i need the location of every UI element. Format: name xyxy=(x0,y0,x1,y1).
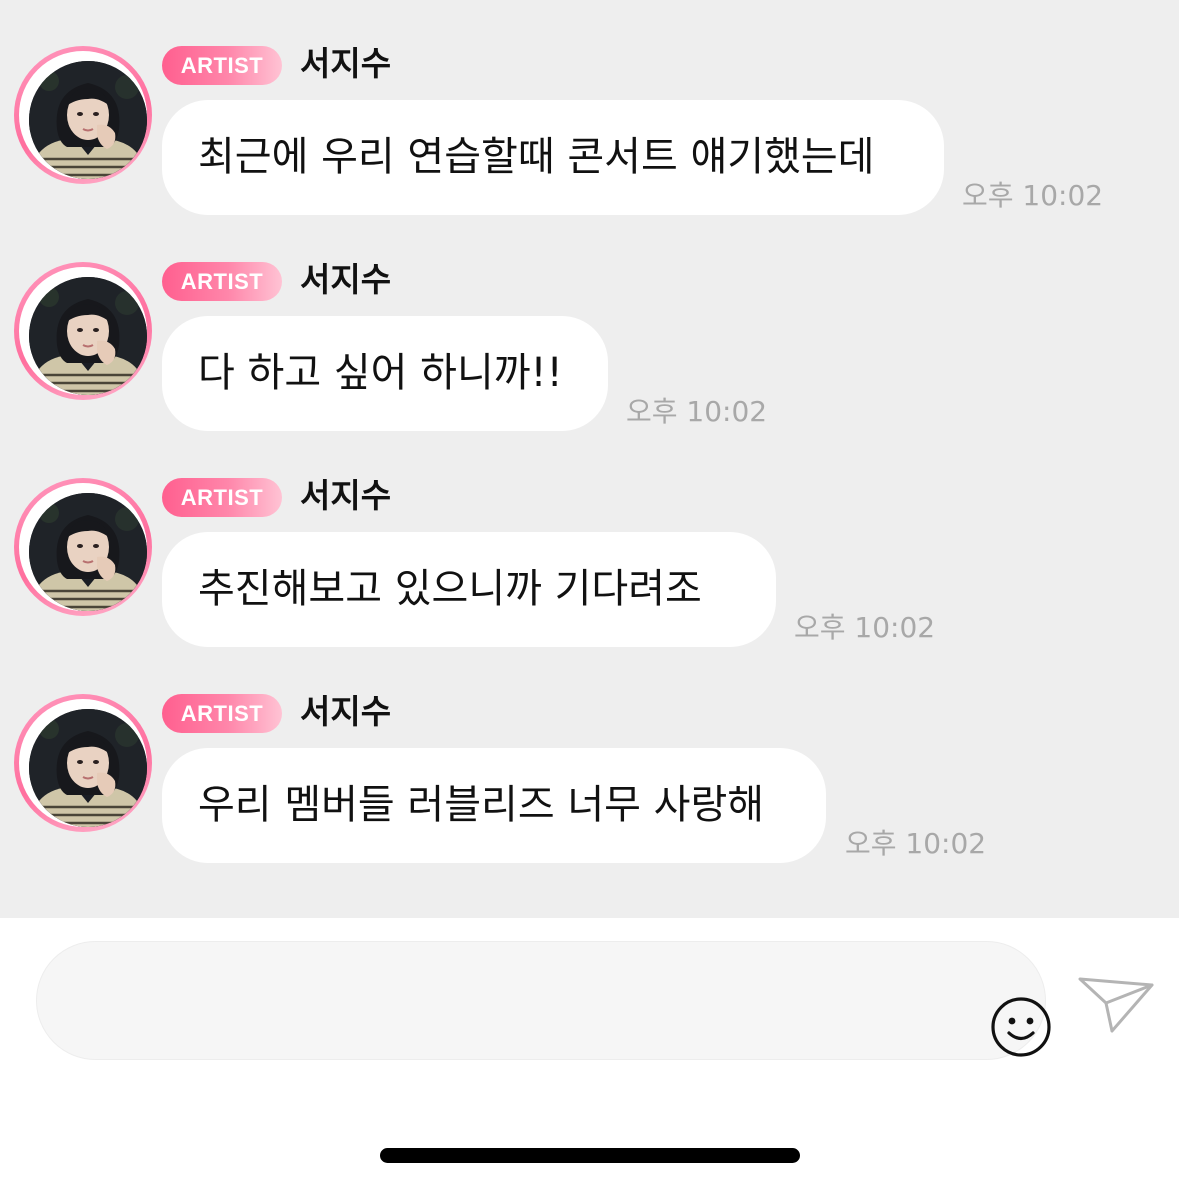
avatar-photo xyxy=(29,277,147,395)
artist-avatar[interactable] xyxy=(14,478,152,616)
chat-message: ARTIST 서지수 다 하고 싶어 하니까!! 오후 10:02 xyxy=(0,216,1179,431)
sender-name[interactable]: 서지수 xyxy=(300,258,391,302)
sender-name[interactable]: 서지수 xyxy=(300,690,391,734)
paper-plane-icon[interactable] xyxy=(1076,973,1156,1035)
avatar-photo xyxy=(29,709,147,827)
avatar-photo xyxy=(29,493,147,611)
artist-badge: ARTIST xyxy=(162,478,282,517)
chat-message: ARTIST 서지수 추진해보고 있으니까 기다려조 오후 10:02 xyxy=(0,432,1179,647)
message-bubble[interactable]: 우리 멤버들 러블리즈 너무 사랑해 xyxy=(162,748,826,863)
avatar-photo xyxy=(29,61,147,179)
message-timestamp: 오후 10:02 xyxy=(794,611,936,644)
message-composer xyxy=(0,918,1179,1187)
message-bubble[interactable]: 최근에 우리 연습할때 콘서트 얘기했는데 xyxy=(162,100,944,215)
artist-badge: ARTIST xyxy=(162,262,282,301)
chat-message: ARTIST 서지수 우리 멤버들 러블리즈 너무 사랑해 오후 10:02 xyxy=(0,648,1179,863)
message-bubble[interactable]: 추진해보고 있으니까 기다려조 xyxy=(162,532,776,647)
artist-avatar[interactable] xyxy=(14,46,152,184)
message-timestamp: 오후 10:02 xyxy=(845,827,987,860)
artist-badge: ARTIST xyxy=(162,46,282,85)
artist-badge: ARTIST xyxy=(162,694,282,733)
message-timestamp: 오후 10:02 xyxy=(626,395,768,428)
sender-name[interactable]: 서지수 xyxy=(300,42,391,86)
artist-avatar[interactable] xyxy=(14,694,152,832)
chat-message: ARTIST 서지수 최근에 우리 연습할때 콘서트 얘기했는데 오후 10:0… xyxy=(0,0,1179,215)
home-indicator xyxy=(380,1148,800,1163)
sender-name[interactable]: 서지수 xyxy=(300,474,391,518)
message-input[interactable] xyxy=(77,972,941,1032)
smiley-face-icon[interactable] xyxy=(989,995,1053,1059)
message-timestamp: 오후 10:02 xyxy=(962,179,1104,212)
chat-message-list[interactable]: ARTIST 서지수 최근에 우리 연습할때 콘서트 얘기했는데 오후 10:0… xyxy=(0,0,1179,918)
message-bubble[interactable]: 다 하고 싶어 하니까!! xyxy=(162,316,608,431)
artist-avatar[interactable] xyxy=(14,262,152,400)
message-input-container[interactable] xyxy=(36,941,1051,1060)
